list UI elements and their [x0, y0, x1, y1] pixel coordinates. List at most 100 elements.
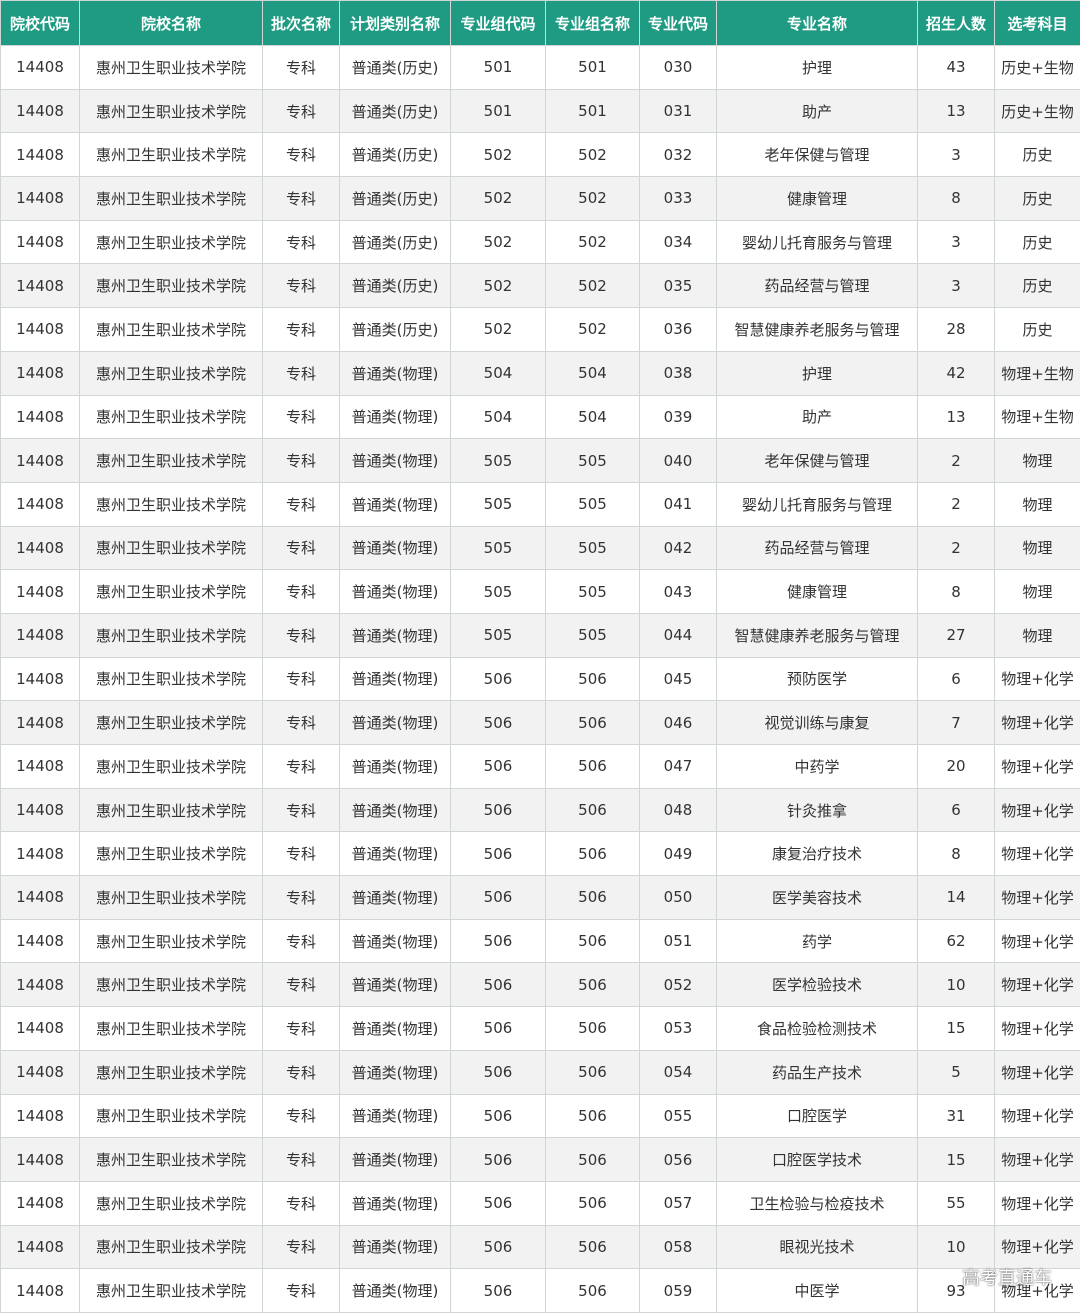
- major-name-cell: 食品检验检测技术: [716, 1006, 918, 1051]
- school-name-cell: 惠州卫生职业技术学院: [79, 1180, 263, 1226]
- batch-cell: 专科: [262, 88, 340, 134]
- major-code-cell: 039: [639, 394, 717, 440]
- school-code-cell: 14408: [0, 438, 80, 483]
- school-name-cell: 惠州卫生职业技术学院: [79, 1224, 263, 1270]
- watermark: 高考直通车: [962, 1268, 1052, 1289]
- table-body: 14408 惠州卫生职业技术学院 专科 普通类(历史) 501 501 030 护理 43 历史+…: [0, 45, 1080, 1313]
- group-name-cell: 502: [545, 132, 640, 178]
- table-row: 14408 惠州卫生职业技术学院 专科 普通类(历史) 501 501 030 护理 43 历史+…: [0, 45, 1080, 90]
- school-name-cell: 惠州卫生职业技术学院: [79, 525, 263, 571]
- group-code-cell: 504: [450, 350, 546, 396]
- plan-category-cell: 普通类(历史): [339, 176, 451, 221]
- group-code-cell: 506: [450, 1137, 546, 1182]
- school-name-cell: 惠州卫生职业技术学院: [79, 656, 263, 702]
- column-header: 院校名称: [79, 0, 263, 46]
- major-code-cell: 041: [639, 481, 717, 527]
- school-name-cell: 惠州卫生职业技术学院: [79, 219, 263, 265]
- batch-cell: 专科: [262, 307, 340, 352]
- table-row: 14408 惠州卫生职业技术学院 专科 普通类(物理) 505 505 044 智慧健康养老服…: [0, 612, 1080, 658]
- school-code-cell: 14408: [0, 962, 80, 1008]
- batch-cell: 专科: [262, 962, 340, 1008]
- subjects-cell: 物理+化学: [994, 1093, 1080, 1139]
- group-name-cell: 502: [545, 219, 640, 265]
- subjects-cell: 物理: [994, 525, 1080, 571]
- major-code-cell: 047: [639, 744, 717, 789]
- subjects-cell: 历史: [994, 219, 1080, 265]
- major-code-cell: 055: [639, 1093, 717, 1139]
- batch-cell: 专科: [262, 45, 340, 90]
- school-code-cell: 14408: [0, 45, 80, 90]
- major-code-cell: 030: [639, 45, 717, 90]
- school-name-cell: 惠州卫生职业技术学院: [79, 1268, 263, 1313]
- column-header: 计划类别名称: [339, 0, 451, 46]
- group-name-cell: 506: [545, 1049, 640, 1095]
- school-code-cell: 14408: [0, 219, 80, 265]
- major-code-cell: 032: [639, 132, 717, 178]
- table-row: 14408 惠州卫生职业技术学院 专科 普通类(历史) 502 502 032 老年保健与管理…: [0, 132, 1080, 178]
- school-code-cell: 14408: [0, 176, 80, 221]
- major-code-cell: 034: [639, 219, 717, 265]
- plan-category-cell: 普通类(物理): [339, 612, 451, 658]
- plan-category-cell: 普通类(物理): [339, 438, 451, 483]
- table-row: 14408 惠州卫生职业技术学院 专科 普通类(物理) 506 506 052 医学检验技术 1…: [0, 962, 1080, 1008]
- major-code-cell: 058: [639, 1224, 717, 1270]
- table-row: 14408 惠州卫生职业技术学院 专科 普通类(物理) 506 506 048 针灸推拿 6 物理…: [0, 787, 1080, 833]
- batch-cell: 专科: [262, 656, 340, 702]
- group-name-cell: 502: [545, 176, 640, 221]
- subjects-cell: 物理: [994, 438, 1080, 483]
- group-code-cell: 501: [450, 88, 546, 134]
- batch-cell: 专科: [262, 219, 340, 265]
- enrollment-cell: 2: [917, 481, 995, 527]
- school-code-cell: 14408: [0, 875, 80, 920]
- group-name-cell: 506: [545, 1180, 640, 1226]
- subjects-cell: 历史: [994, 307, 1080, 352]
- header-row: 院校代码 院校名称 批次名称 计划类别名称 专业组代码 专业组名称 专业代码 专业名称 招生人数…: [0, 0, 1080, 46]
- group-name-cell: 506: [545, 656, 640, 702]
- enrollment-cell: 2: [917, 438, 995, 483]
- major-name-cell: 卫生检验与检疫技术: [716, 1180, 918, 1226]
- major-code-cell: 053: [639, 1006, 717, 1051]
- major-name-cell: 健康管理: [716, 569, 918, 614]
- major-name-cell: 护理: [716, 350, 918, 396]
- enrollment-cell: 7: [917, 700, 995, 745]
- major-name-cell: 智慧健康养老服务与管理: [716, 612, 918, 658]
- school-name-cell: 惠州卫生职业技术学院: [79, 918, 263, 964]
- major-code-cell: 050: [639, 875, 717, 920]
- group-code-cell: 506: [450, 1180, 546, 1226]
- batch-cell: 专科: [262, 132, 340, 178]
- school-name-cell: 惠州卫生职业技术学院: [79, 744, 263, 789]
- admissions-table: 院校代码 院校名称 批次名称 计划类别名称 专业组代码 专业组名称 专业代码 专业名称 招生人数…: [0, 0, 1080, 1313]
- subjects-cell: 历史: [994, 263, 1080, 309]
- column-header: 专业名称: [716, 0, 918, 46]
- group-name-cell: 506: [545, 918, 640, 964]
- school-code-cell: 14408: [0, 263, 80, 309]
- group-name-cell: 506: [545, 1137, 640, 1182]
- enrollment-cell: 8: [917, 569, 995, 614]
- major-code-cell: 056: [639, 1137, 717, 1182]
- major-name-cell: 婴幼儿托育服务与管理: [716, 219, 918, 265]
- major-code-cell: 036: [639, 307, 717, 352]
- subjects-cell: 物理: [994, 612, 1080, 658]
- major-name-cell: 助产: [716, 88, 918, 134]
- subjects-cell: 物理+化学: [994, 1180, 1080, 1226]
- subjects-cell: 物理+化学: [994, 962, 1080, 1008]
- subjects-cell: 历史: [994, 176, 1080, 221]
- school-code-cell: 14408: [0, 525, 80, 571]
- major-name-cell: 药品生产技术: [716, 1049, 918, 1095]
- major-name-cell: 视觉训练与康复: [716, 700, 918, 745]
- major-name-cell: 医学美容技术: [716, 875, 918, 920]
- plan-category-cell: 普通类(物理): [339, 700, 451, 745]
- group-name-cell: 501: [545, 45, 640, 90]
- major-code-cell: 048: [639, 787, 717, 833]
- enrollment-cell: 42: [917, 350, 995, 396]
- major-name-cell: 口腔医学: [716, 1093, 918, 1139]
- batch-cell: 专科: [262, 525, 340, 571]
- table-row: 14408 惠州卫生职业技术学院 专科 普通类(物理) 505 505 040 老年保健与管理…: [0, 438, 1080, 483]
- major-name-cell: 婴幼儿托育服务与管理: [716, 481, 918, 527]
- enrollment-cell: 2: [917, 525, 995, 571]
- group-name-cell: 506: [545, 787, 640, 833]
- table-row: 14408 惠州卫生职业技术学院 专科 普通类(历史) 502 502 036 智慧健康养老服…: [0, 307, 1080, 352]
- table-row: 14408 惠州卫生职业技术学院 专科 普通类(物理) 505 505 042 药品经营与管理…: [0, 525, 1080, 571]
- batch-cell: 专科: [262, 1006, 340, 1051]
- subjects-cell: 物理+化学: [994, 787, 1080, 833]
